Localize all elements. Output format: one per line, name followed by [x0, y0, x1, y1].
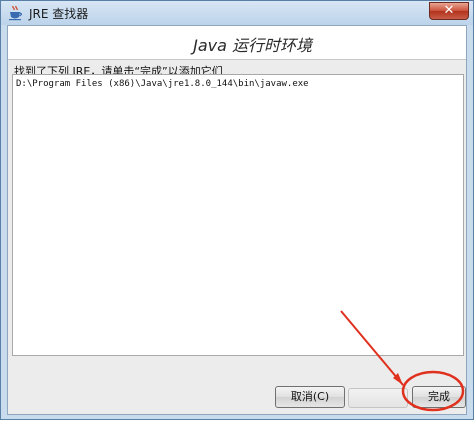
- window-title: JRE 查找器: [29, 7, 89, 21]
- close-button[interactable]: ✕: [429, 2, 469, 20]
- back-button[interactable]: [348, 388, 408, 408]
- coffee-cup-icon: [9, 5, 22, 21]
- title-bar[interactable]: JRE 查找器 ✕: [1, 1, 473, 25]
- finish-button[interactable]: 完成: [412, 386, 466, 408]
- close-icon: ✕: [443, 3, 455, 18]
- list-item[interactable]: D:\Program Files (x86)\Java\jre1.8.0_144…: [16, 79, 309, 89]
- jre-list[interactable]: D:\Program Files (x86)\Java\jre1.8.0_144…: [12, 74, 464, 356]
- jre-finder-window: JRE 查找器 ✕ Java 运行时环境 找到了下列 JRE，请单击“完成”以添…: [0, 0, 474, 420]
- header-banner: Java 运行时环境: [8, 26, 466, 60]
- cancel-button[interactable]: 取消(C): [275, 386, 345, 408]
- page-title: Java 运行时环境: [193, 36, 312, 55]
- dialog-content: Java 运行时环境 找到了下列 JRE，请单击“完成”以添加它们 D:\Pro…: [7, 25, 467, 415]
